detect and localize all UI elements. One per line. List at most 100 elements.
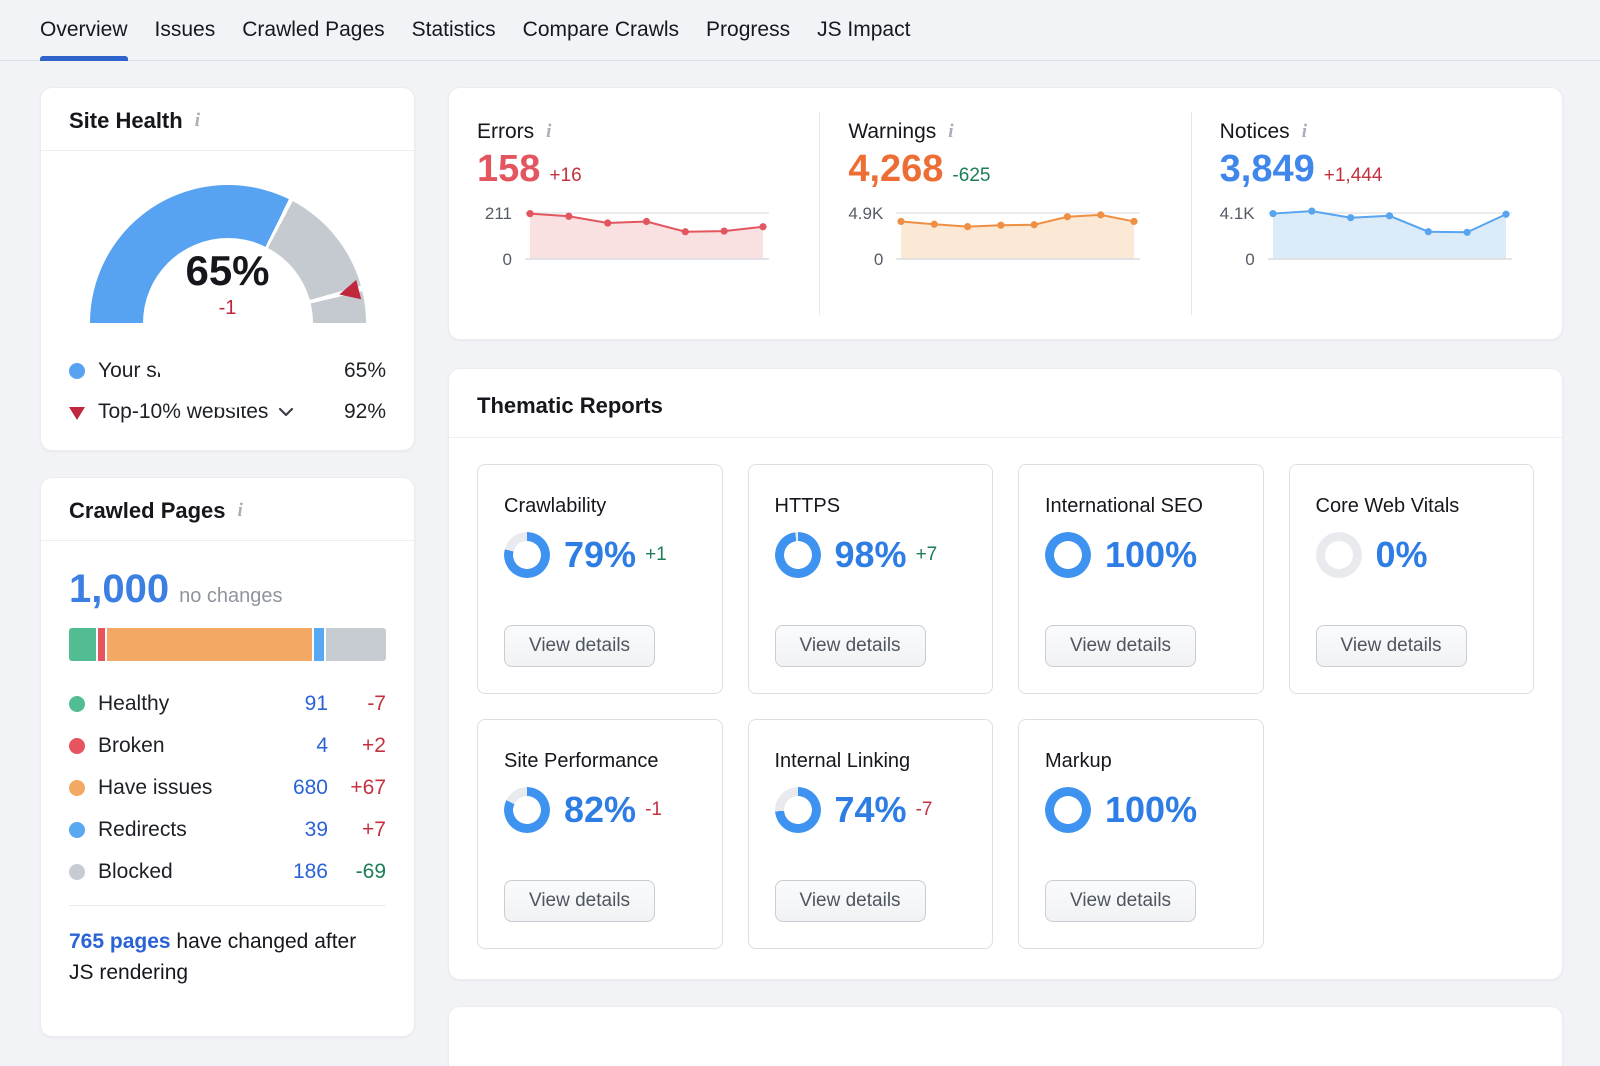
row-label: Blocked <box>98 860 173 884</box>
view-details-button[interactable]: View details <box>775 625 926 667</box>
table-row-healthy: Healthy 91 -7 <box>69 683 386 725</box>
row-value-link[interactable]: 4 <box>270 734 328 758</box>
row-label: Redirects <box>98 818 187 842</box>
notices-value[interactable]: 3,849 <box>1220 148 1315 191</box>
view-details-button[interactable]: View details <box>775 880 926 922</box>
report-card-core-web-vitals: Core Web Vitals 0% View details <box>1289 464 1535 694</box>
info-icon[interactable]: i <box>1300 121 1309 143</box>
warnings-metric: Warnings i 4,268 -625 4.9K 0 <box>819 112 1190 315</box>
info-icon[interactable]: i <box>236 500 245 522</box>
next-section-card-top <box>448 1006 1563 1066</box>
report-score: 100% <box>1105 534 1197 576</box>
errors-delta: +16 <box>549 165 581 187</box>
row-delta: -69 <box>328 860 386 884</box>
site-health-header: Site Health i <box>41 88 414 151</box>
warnings-title: Warnings <box>848 120 936 144</box>
notices-title-row: Notices i <box>1220 120 1536 144</box>
legend-value: 92% <box>344 400 386 424</box>
view-details-button[interactable]: View details <box>504 880 655 922</box>
site-health-gauge: 65% -1 <box>90 185 366 325</box>
view-details-button[interactable]: View details <box>504 625 655 667</box>
right-column: Errors i 158 +16 211 0 Warnings <box>448 87 1563 1066</box>
report-title: Internal Linking <box>775 750 967 773</box>
notices-sparkline: 4.1K 0 <box>1220 205 1536 267</box>
view-details-button[interactable]: View details <box>1045 880 1196 922</box>
thematic-reports-grid: Crawlability 79% +1 View details HTTPS 9… <box>449 438 1562 979</box>
crawled-pages-stacked-bar <box>69 628 386 661</box>
report-title: Core Web Vitals <box>1316 495 1508 518</box>
donut-chart-icon <box>504 787 550 833</box>
tab-overview[interactable]: Overview <box>40 0 128 60</box>
site-health-title: Site Health <box>69 108 183 134</box>
row-delta: -7 <box>328 692 386 716</box>
row-value-link[interactable]: 39 <box>270 818 328 842</box>
donut-chart-icon <box>1316 532 1362 578</box>
tab-js-impact[interactable]: JS Impact <box>817 0 910 60</box>
errors-number-row: 158 +16 <box>477 148 793 191</box>
report-delta: -7 <box>916 799 933 821</box>
warnings-sparkline-chart <box>896 205 1140 267</box>
view-details-button[interactable]: View details <box>1316 625 1467 667</box>
crawled-pages-title: Crawled Pages <box>69 498 226 524</box>
blue-dot-icon <box>69 822 85 838</box>
changed-pages-link[interactable]: 765 pages <box>69 930 171 953</box>
report-card-internal-linking: Internal Linking 74% -7 View details <box>748 719 994 949</box>
donut-chart-icon <box>775 532 821 578</box>
info-icon[interactable]: i <box>946 121 955 143</box>
table-row-broken: Broken 4 +2 <box>69 725 386 767</box>
errors-axis: 211 0 <box>477 205 525 267</box>
green-dot-icon <box>69 696 85 712</box>
tab-statistics[interactable]: Statistics <box>412 0 496 60</box>
report-score-row: 79% +1 <box>504 532 696 578</box>
tab-issues[interactable]: Issues <box>155 0 216 60</box>
crawled-pages-rows: Healthy 91 -7 Broken 4 +2 Have issues 68… <box>69 683 386 893</box>
thematic-reports-card: Thematic Reports Crawlability 79% +1 Vie… <box>448 368 1563 980</box>
crawled-pages-total: 1,000 <box>69 567 169 612</box>
row-label: Have issues <box>98 776 212 800</box>
errors-sparkline: 211 0 <box>477 205 793 267</box>
warnings-delta: -625 <box>952 165 990 187</box>
tab-compare-crawls[interactable]: Compare Crawls <box>523 0 679 60</box>
report-score-row: 100% <box>1045 532 1237 578</box>
report-title: Site Performance <box>504 750 696 773</box>
errors-title-row: Errors i <box>477 120 793 144</box>
info-icon[interactable]: i <box>544 121 553 143</box>
orange-dot-icon <box>69 780 85 796</box>
report-score: 82% <box>564 789 636 831</box>
report-title: Markup <box>1045 750 1237 773</box>
row-label: Broken <box>98 734 165 758</box>
row-delta: +2 <box>328 734 386 758</box>
js-rendering-note: 765 pages have changed after JS renderin… <box>69 906 386 1014</box>
row-delta: +67 <box>328 776 386 800</box>
crawled-pages-card: Crawled Pages i 1,000 no changes Healthy… <box>40 477 415 1037</box>
row-value-link[interactable]: 186 <box>270 860 328 884</box>
crawled-pages-header: Crawled Pages i <box>41 478 414 541</box>
row-value-link[interactable]: 680 <box>270 776 328 800</box>
donut-chart-icon <box>1045 787 1091 833</box>
report-score: 100% <box>1105 789 1197 831</box>
report-score-row: 100% <box>1045 787 1237 833</box>
row-value-link[interactable]: 91 <box>270 692 328 716</box>
notices-sparkline-chart <box>1268 205 1512 267</box>
axis-max-label: 4.9K <box>848 204 883 224</box>
warnings-value[interactable]: 4,268 <box>848 148 943 191</box>
red-triangle-icon <box>69 407 85 420</box>
errors-value[interactable]: 158 <box>477 148 540 191</box>
notices-metric: Notices i 3,849 +1,444 4.1K 0 <box>1191 112 1562 315</box>
report-score: 98% <box>835 534 907 576</box>
overview-content: Site Health i 65% -1 Your site 65% <box>0 61 1600 1066</box>
report-score-row: 98% +7 <box>775 532 967 578</box>
gray-dot-icon <box>69 864 85 880</box>
table-row-redirects: Redirects 39 +7 <box>69 809 386 851</box>
tab-crawled-pages[interactable]: Crawled Pages <box>242 0 384 60</box>
bar-segment-broken <box>98 628 105 661</box>
view-details-button[interactable]: View details <box>1045 625 1196 667</box>
report-delta: +1 <box>645 544 667 566</box>
report-card-https: HTTPS 98% +7 View details <box>748 464 994 694</box>
tab-progress[interactable]: Progress <box>706 0 790 60</box>
table-row-have-issues: Have issues 680 +67 <box>69 767 386 809</box>
site-health-body: 65% -1 Your site 65% Top-10% websites <box>41 151 414 450</box>
report-score-row: 82% -1 <box>504 787 696 833</box>
info-icon[interactable]: i <box>193 110 202 132</box>
report-score-row: 74% -7 <box>775 787 967 833</box>
